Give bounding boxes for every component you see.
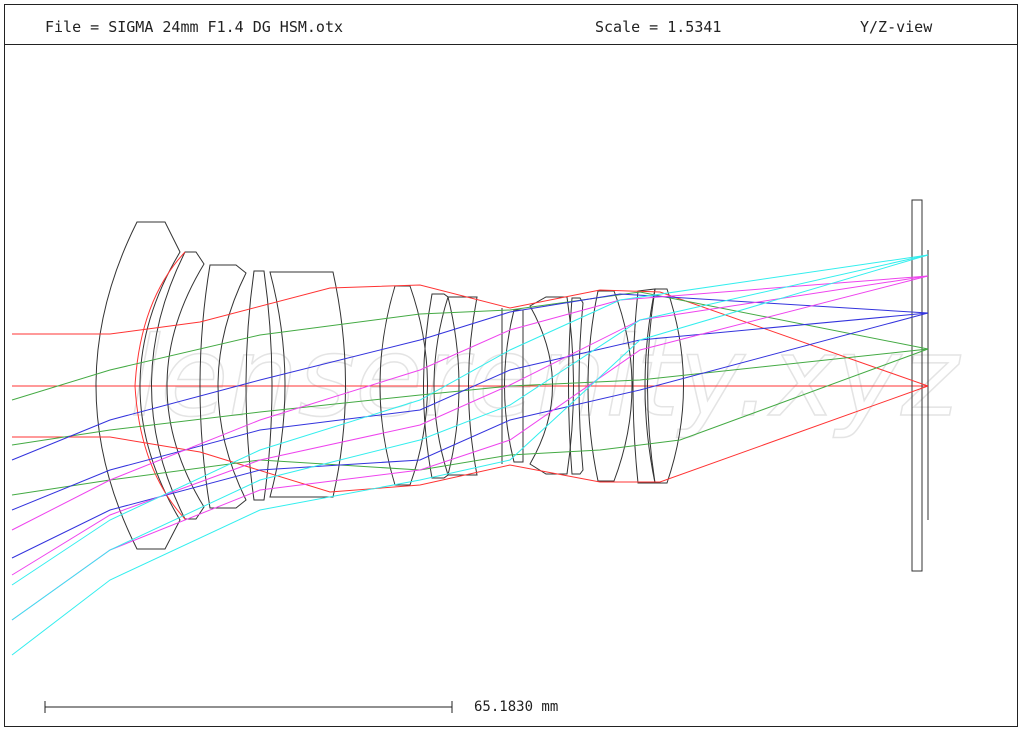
lens-layout-diagram: lenserenity.xyz 65.1830 mm (11, 199, 962, 715)
scale-bar (44, 701, 453, 713)
scale-bar-label: 65.1830 mm (474, 699, 558, 715)
